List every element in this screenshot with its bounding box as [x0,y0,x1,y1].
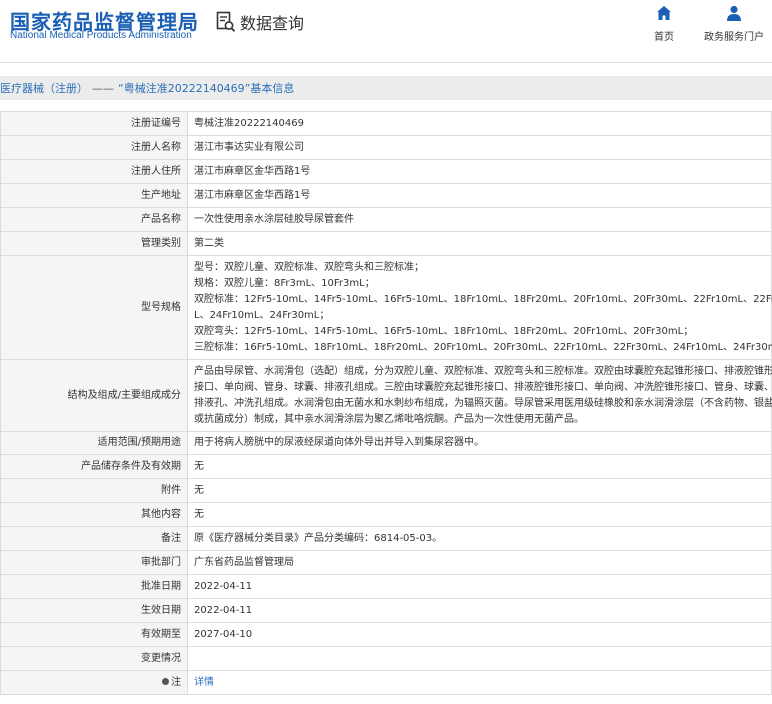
table-row: 产品储存条件及有效期 无 [0,454,772,479]
structure-line: 接口、单向阀、管身、球囊、排液孔组成。三腔由球囊腔充起锥形接口、排液腔锥形接口、… [194,381,772,393]
table-row: 注册人住所 湛江市麻章区金华西路1号 [0,159,772,184]
row-label: 产品储存条件及有效期 [0,454,188,479]
breadcrumb-separator: —— [92,81,114,95]
structure-line: 排液孔、冲洗孔组成。水润滑包由无菌水和水刺纱布组成，为辐照灭菌。导尿管采用医用级… [194,397,772,409]
row-value: 原《医疗器械分类目录》产品分类编码：6814-05-03。 [187,526,772,551]
table-row: 管理类别 第二类 [0,231,772,256]
document-search-icon [216,11,236,33]
breadcrumb: 医疗器械（注册） —— “粤械注准20222140469”基本信息 [0,76,772,100]
row-label: 注册人名称 [0,135,188,160]
breadcrumb-category[interactable]: 医疗器械（注册） [0,80,88,96]
table-row: 注册证编号 粤械注准20222140469 [0,111,772,136]
row-label: 注册证编号 [0,111,188,136]
row-label: 注册人住所 [0,159,188,184]
row-label: 结构及组成/主要组成成分 [0,359,188,432]
table-row: 生效日期 2022-04-11 [0,598,772,623]
user-icon [697,4,771,24]
site-logo-subtitle: National Medical Products Administration [10,30,192,41]
nav-home[interactable]: 首页 [634,4,694,43]
table-row: 注 详情 [0,670,772,695]
table-row: 批准日期 2022-04-11 [0,574,772,599]
row-label: 审批部门 [0,550,188,575]
device-info-table: 注册证编号 粤械注准20222140469 注册人名称 湛江市事达实业有限公司 … [0,111,772,695]
header-divider [0,62,772,63]
nav-home-label: 首页 [654,32,674,43]
table-row: 适用范围/预期用途 用于将病人膀胱中的尿液经尿道向体外导出并导入到集尿容器中。 [0,431,772,455]
row-value: 无 [187,454,772,479]
row-label: 备注 [0,526,188,551]
table-row: 其他内容 无 [0,502,772,527]
row-label: 其他内容 [0,502,188,527]
table-row: 有效期至 2027-04-10 [0,622,772,647]
row-value: 无 [187,502,772,527]
row-label: 批准日期 [0,574,188,599]
data-query-label: 数据查询 [240,14,305,33]
row-value: 粤械注准20222140469 [187,111,772,136]
table-row: 附件 无 [0,478,772,503]
row-label: 生产地址 [0,183,188,208]
table-row: 型号规格 型号：双腔儿童、双腔标准、双腔弯头和三腔标准； 规格：双腔儿童：8Fr… [0,255,772,360]
row-value: 2022-04-11 [187,598,772,623]
row-value-model-spec: 型号：双腔儿童、双腔标准、双腔弯头和三腔标准； 规格：双腔儿童：8Fr3mL、1… [187,255,772,360]
row-label: 有效期至 [0,622,188,647]
spec-line: L、24Fr10mL、24Fr30mL； [194,309,330,321]
table-row: 结构及组成/主要组成成分 产品由导尿管、水润滑包（选配）组成，分为双腔儿童、双腔… [0,359,772,432]
row-label: 变更情况 [0,646,188,671]
spec-line: 三腔标准：16Fr5-10mL、18Fr10mL、18Fr20mL、20Fr10… [194,341,772,353]
row-label: 附件 [0,478,188,503]
spec-line: 双腔弯头：12Fr5-10mL、14Fr5-10mL、16Fr5-10mL、18… [194,325,694,337]
row-value: 用于将病人膀胱中的尿液经尿道向体外导出并导入到集尿容器中。 [187,431,772,455]
row-label: 管理类别 [0,231,188,256]
row-label: 生效日期 [0,598,188,623]
spec-line: 型号：双腔儿童、双腔标准、双腔弯头和三腔标准； [194,261,424,273]
row-value [187,646,772,671]
site-header: 国家药品监督管理局 National Medical Products Admi… [0,0,772,62]
row-value-structure: 产品由导尿管、水润滑包（选配）组成，分为双腔儿童、双腔标准、双腔弯头和三腔标准。… [187,359,772,432]
row-value: 广东省药品监督管理局 [187,550,772,575]
table-row: 变更情况 [0,646,772,671]
details-link[interactable]: 详情 [194,677,214,688]
spec-line: 双腔标准：12Fr5-10mL、14Fr5-10mL、16Fr5-10mL、18… [194,293,772,305]
data-query-title: 数据查询 [216,9,304,35]
table-row: 产品名称 一次性使用亲水涂层硅胶导尿管套件 [0,207,772,232]
table-row: 生产地址 湛江市麻章区金华西路1号 [0,183,772,208]
row-label: 型号规格 [0,255,188,360]
row-value: 详情 [187,670,772,695]
row-value: 一次性使用亲水涂层硅胶导尿管套件 [187,207,772,232]
structure-line: 产品由导尿管、水润滑包（选配）组成，分为双腔儿童、双腔标准、双腔弯头和三腔标准。… [194,365,772,377]
nav-gov-service-portal[interactable]: 政务服务门户 [697,4,771,43]
row-label: 适用范围/预期用途 [0,431,188,455]
row-value: 2027-04-10 [187,622,772,647]
breadcrumb-title: “粤械注准20222140469”基本信息 [118,82,295,95]
note-label: 注 [171,676,181,688]
row-value: 湛江市麻章区金华西路1号 [187,183,772,208]
row-value: 湛江市事达实业有限公司 [187,135,772,160]
row-value: 第二类 [187,231,772,256]
row-label: 产品名称 [0,207,188,232]
home-icon [634,4,694,24]
location-pin-icon [162,677,169,685]
row-value: 湛江市麻章区金华西路1号 [187,159,772,184]
structure-line: 或抗菌成分）制成，其中亲水润滑涂层为聚乙烯吡咯烷酮。产品为一次性使用无菌产品。 [194,413,584,425]
spec-line: 规格：双腔儿童：8Fr3mL、10Fr3mL； [194,277,375,289]
row-value: 无 [187,478,772,503]
table-row: 备注 原《医疗器械分类目录》产品分类编码：6814-05-03。 [0,526,772,551]
nav-gov-label: 政务服务门户 [704,32,764,43]
row-value: 2022-04-11 [187,574,772,599]
table-row: 注册人名称 湛江市事达实业有限公司 [0,135,772,160]
table-row: 审批部门 广东省药品监督管理局 [0,550,772,575]
row-label-note: 注 [0,670,188,695]
